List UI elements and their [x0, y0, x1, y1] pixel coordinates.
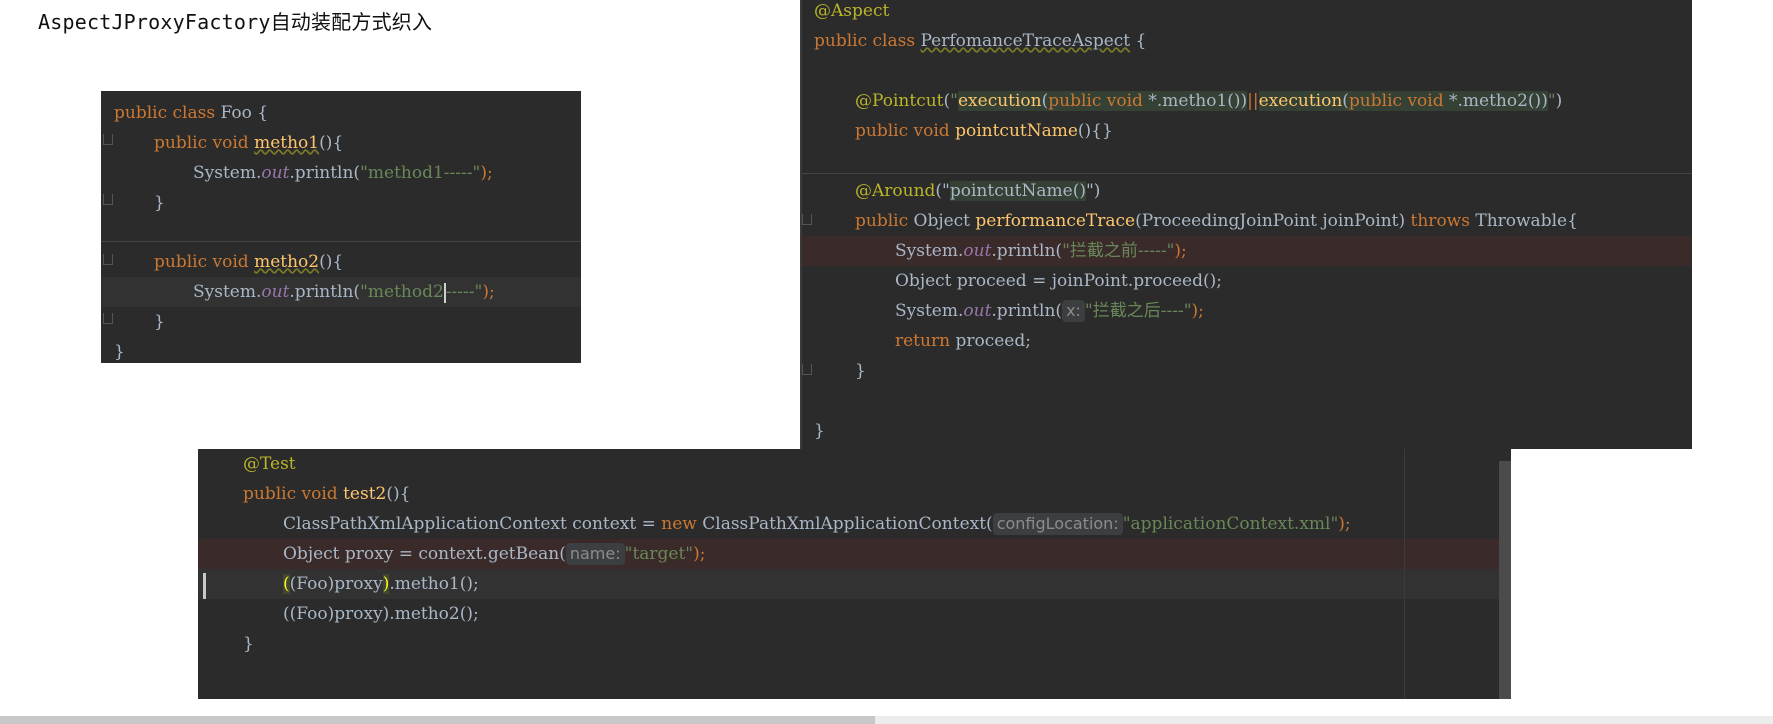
right-margin-guide [1404, 449, 1405, 699]
fold-marker-icon[interactable] [103, 313, 113, 324]
foo-line-8: } [114, 342, 125, 362]
breakpoint-line-before: System.out.println("拦截之前-----"); [800, 236, 1692, 266]
cast-line-2: ((Foo)proxy).metho2(); [283, 604, 479, 624]
method-separator [101, 241, 581, 242]
horizontal-scrollbar-track[interactable] [875, 716, 1773, 724]
class-close: } [814, 421, 825, 441]
test-annotation: @Test [243, 454, 296, 474]
foo-line-5: public void metho2(){ [154, 252, 344, 272]
foo-code-panel[interactable]: public class Foo { public void metho1(){… [101, 91, 581, 363]
foo-line-3: System.out.println("method1-----"); [193, 163, 493, 183]
proceed-line: Object proceed = joinPoint.proceed(); [895, 271, 1222, 291]
current-line-marker [203, 573, 206, 599]
breakpoint-line-getbean: Object proxy = context.getBean(name: "tar… [198, 539, 1511, 569]
pointcut-line: @Pointcut("execution(public void *.metho… [855, 91, 1563, 111]
foo-line-4: } [154, 193, 165, 213]
around-line: @Around("pointcutName()") [855, 181, 1101, 201]
after-print-line: System.out.println(x: "拦截之后----"); [895, 300, 1204, 322]
param-hint: configLocation: [992, 513, 1123, 535]
fold-marker-icon[interactable] [802, 364, 812, 375]
test-close: } [243, 634, 254, 654]
page-heading: AspectJProxyFactory自动装配方式织入 [38, 10, 433, 34]
aspect-annotation: @Aspect [814, 1, 890, 21]
return-line: return proceed; [895, 331, 1031, 351]
test-code-panel[interactable]: @Test public void test2(){ ClassPathXmlA… [198, 449, 1511, 699]
method-close: } [855, 361, 866, 381]
foo-line-1: public class Foo { [114, 103, 269, 123]
fold-marker-icon[interactable] [103, 254, 113, 265]
pointcut-name-line: public void pointcutName(){} [855, 121, 1113, 141]
aspect-class-line: public class PerfomanceTraceAspect { [814, 31, 1147, 51]
param-hint: name: [565, 543, 625, 565]
context-line: ClassPathXmlApplicationContext context =… [283, 513, 1351, 535]
fold-marker-icon[interactable] [103, 194, 113, 205]
aspect-code-panel[interactable]: @Aspect public class PerfomanceTraceAspe… [800, 0, 1692, 449]
gutter-edge [800, 0, 802, 449]
foo-line-7: } [154, 312, 165, 332]
horizontal-scrollbar-thumb[interactable] [0, 716, 875, 724]
foo-line-6: System.out.println("method2 -----"); [101, 277, 581, 307]
fold-marker-icon[interactable] [802, 214, 812, 225]
test-signature: public void test2(){ [243, 484, 411, 504]
trace-signature-line: public Object performanceTrace(Proceedin… [855, 211, 1578, 231]
fold-marker-icon[interactable] [103, 134, 113, 145]
cast-line-1: ((Foo)proxy).metho1(); [198, 569, 1511, 599]
method-separator [800, 173, 1692, 174]
param-hint: x: [1062, 300, 1085, 322]
vertical-scrollbar[interactable] [1499, 461, 1511, 699]
foo-line-2: public void metho1(){ [154, 133, 344, 153]
